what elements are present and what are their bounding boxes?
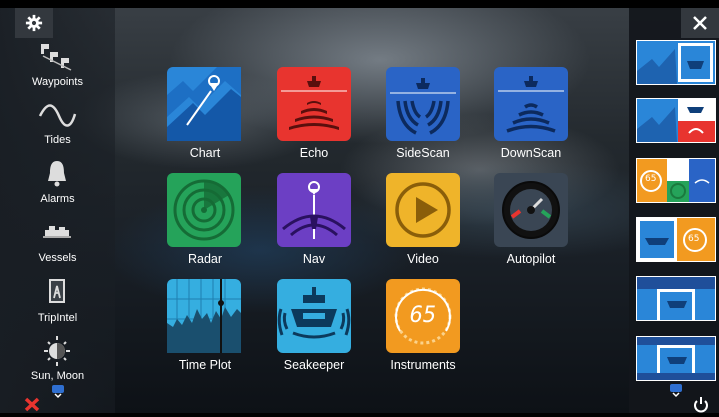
sun-moon-icon: [44, 336, 70, 366]
app-tile-video[interactable]: [386, 173, 460, 247]
app-tile-instruments[interactable]: 65: [386, 279, 460, 353]
sonar-alt-thumbnail: [637, 337, 715, 380]
favorite-instruments-radar-combo[interactable]: 65: [636, 158, 716, 203]
chart-echo-thumbnail: [637, 99, 715, 142]
vessels-icon: [43, 226, 71, 238]
app-label-sidescan: SideScan: [396, 146, 450, 160]
top-bar: [0, 0, 719, 8]
sidebar-item-label: TripIntel: [37, 312, 78, 324]
autopilot-icon: [502, 181, 560, 239]
sidebar-item-label: Sun, Moon: [30, 370, 85, 382]
chevron-down-icon: [54, 393, 62, 399]
power-button[interactable]: [692, 396, 710, 413]
video-icon: [395, 182, 451, 238]
app-label-downscan: DownScan: [500, 146, 562, 160]
app-label-instruments: Instruments: [390, 358, 456, 372]
sidebar-item-label: Tides: [44, 134, 71, 146]
app-label-seakeeper: Seakeeper: [283, 358, 345, 372]
red-x-icon: [24, 397, 40, 412]
favorites-scroll-down-button[interactable]: [670, 384, 682, 398]
sidebar-scroll-down-button[interactable]: [52, 385, 64, 399]
favorite-sonar-alt[interactable]: [636, 336, 716, 381]
seakeeper-icon: [277, 287, 351, 339]
settings-button[interactable]: [15, 8, 53, 38]
favorite-chart-echo-triple[interactable]: [636, 98, 716, 143]
chevron-down-icon: [672, 392, 680, 398]
app-label-video: Video: [407, 252, 439, 266]
sidebar-item-label: Waypoints: [32, 76, 83, 88]
app-tile-downscan[interactable]: [494, 67, 568, 141]
alarm-bell-icon: [48, 161, 66, 187]
instruments-gauge-value: 65: [409, 303, 437, 328]
dismiss-alarm-button[interactable]: [22, 396, 42, 413]
favorite-sonar-split[interactable]: [636, 276, 716, 321]
tripintel-icon: [49, 279, 65, 303]
app-label-chart: Chart: [189, 146, 221, 160]
app-tile-radar[interactable]: [167, 173, 241, 247]
close-button[interactable]: [681, 8, 719, 38]
sidebar-item-label: Alarms: [40, 193, 75, 205]
app-label-echo: Echo: [299, 146, 329, 160]
app-tile-sidescan[interactable]: [386, 67, 460, 141]
app-label-radar: Radar: [187, 252, 223, 266]
sidebar-item-label: Vessels: [38, 252, 77, 264]
app-tile-nav[interactable]: [277, 173, 351, 247]
chart-icon: [167, 67, 241, 141]
chart-sonar-thumbnail: [637, 41, 715, 84]
app-tile-seakeeper[interactable]: [277, 279, 351, 353]
app-tile-chart[interactable]: [167, 67, 241, 141]
tides-icon: [38, 104, 77, 127]
sonar-instruments-thumbnail: [637, 218, 715, 261]
downscan-icon: [498, 76, 564, 133]
waypoints-icon: [41, 44, 72, 71]
echo-icon: [281, 76, 347, 130]
favorite-chart-echo-split[interactable]: [636, 40, 716, 85]
close-icon: [693, 16, 707, 30]
favorite-sonar-instruments[interactable]: 65: [636, 217, 716, 262]
power-icon: [694, 397, 708, 413]
app-tile-autopilot[interactable]: [494, 173, 568, 247]
app-tile-time-plot[interactable]: [167, 279, 241, 353]
radar-icon: [173, 179, 235, 241]
thumbnail-gauge-value: 65: [688, 234, 700, 244]
time-plot-icon: [167, 279, 241, 353]
sidescan-icon: [390, 78, 456, 135]
gear-icon: [25, 14, 43, 32]
app-label-autopilot: Autopilot: [506, 252, 556, 266]
sonar-split-thumbnail: [637, 277, 715, 320]
nav-icon: [282, 181, 346, 239]
thumbnail-gauge-value: 65: [645, 174, 657, 184]
app-tile-echo[interactable]: [277, 67, 351, 141]
app-label-nav: Nav: [302, 252, 326, 266]
app-label-time-plot: Time Plot: [178, 358, 232, 372]
